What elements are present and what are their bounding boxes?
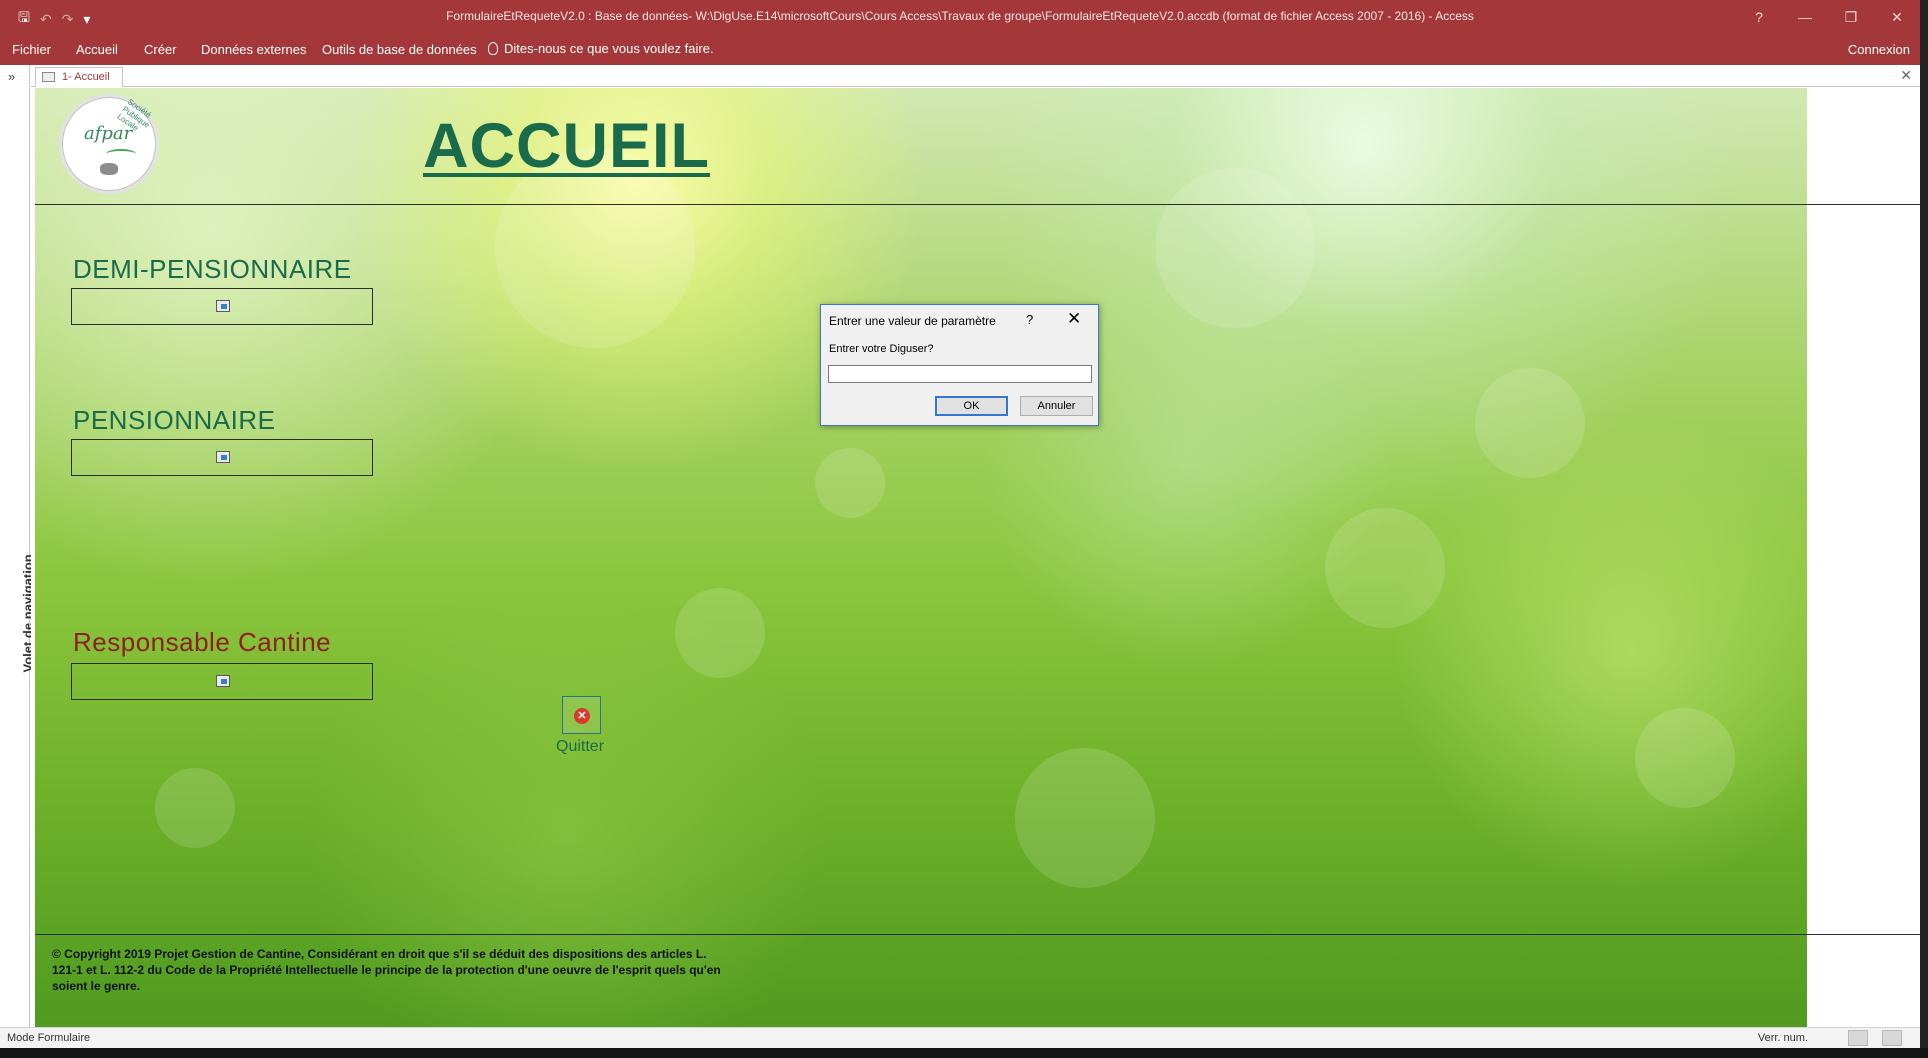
view-mode-text: Mode Formulaire — [7, 1032, 91, 1044]
section-title-pensionnaire: PENSIONNAIRE — [73, 405, 276, 435]
window-edge — [1920, 0, 1928, 1058]
leaf-icon — [106, 149, 136, 159]
bokeh-decoration — [675, 588, 765, 678]
ok-button[interactable]: OK — [935, 396, 1008, 416]
access-window: 🖫 ↶ ↷ ▾ FormulaireEtRequeteV2.0 : Base d… — [0, 0, 1920, 1048]
help-icon[interactable]: ? — [1026, 312, 1033, 327]
navigation-pane[interactable]: » Volet de navigation — [0, 65, 36, 1027]
window-controls: ? — ❐ ✕ — [1736, 0, 1920, 34]
window-title: FormulaireEtRequeteV2.0 : Base de donnée… — [446, 9, 1474, 23]
tab-outils-bdd[interactable]: Outils de base de données — [322, 42, 477, 57]
logo-text: afpar — [84, 123, 133, 144]
form-background — [35, 88, 1807, 1027]
tell-me-box[interactable]: Dites-nous ce que vous voulez faire. — [488, 41, 714, 56]
section-title-demi-pensionnaire: DEMI-PENSIONNAIRE — [73, 254, 352, 284]
taskbar — [0, 1048, 1928, 1058]
doc-tab-label: 1- Accueil — [62, 71, 110, 83]
close-circle-icon: ✕ — [574, 708, 590, 724]
bokeh-decoration — [1635, 708, 1735, 808]
bokeh-decoration — [1325, 508, 1445, 628]
open-demi-pensionnaire-button[interactable] — [71, 288, 373, 325]
parameter-input[interactable] — [828, 365, 1092, 383]
form-icon — [216, 451, 230, 463]
cancel-button[interactable]: Annuler — [1020, 396, 1093, 416]
dialog-title: Entrer une valeur de paramètre — [829, 314, 996, 328]
tab-accueil[interactable]: Accueil — [76, 42, 118, 57]
close-document-icon[interactable]: ✕ — [1900, 67, 1912, 84]
document-tab-strip: 1- Accueil ✕ — [31, 65, 1920, 87]
quit-button[interactable]: ✕ — [562, 696, 601, 734]
form-accueil: Société Publique Locale afpar ACCUEIL DE… — [31, 88, 1920, 1027]
numlock-indicator: Verr. num. — [1757, 1032, 1808, 1044]
tab-fichier[interactable]: Fichier — [12, 42, 51, 57]
bokeh-decoration — [815, 448, 885, 518]
close-icon[interactable]: ✕ — [1067, 309, 1081, 329]
layout-view-icon[interactable] — [1882, 1030, 1902, 1046]
status-bar: Mode Formulaire Verr. num. — [0, 1027, 1920, 1048]
ribbon-tabs: Fichier Accueil Créer Données externes O… — [0, 34, 1920, 65]
open-pensionnaire-button[interactable] — [71, 439, 373, 476]
bokeh-decoration — [1015, 748, 1155, 888]
afpar-logo: Société Publique Locale afpar — [59, 94, 159, 194]
lightbulb-icon — [488, 42, 498, 55]
doc-tab-accueil[interactable]: 1- Accueil — [35, 67, 123, 87]
title-bar: 🖫 ↶ ↷ ▾ FormulaireEtRequeteV2.0 : Base d… — [0, 0, 1920, 34]
section-title-responsable-cantine: Responsable Cantine — [73, 627, 332, 657]
header-divider — [35, 204, 1920, 205]
minimize-icon[interactable]: — — [1782, 0, 1828, 34]
bokeh-decoration — [1155, 168, 1315, 328]
footer-divider — [35, 934, 1920, 935]
bokeh-decoration — [1475, 368, 1585, 478]
tab-donnees-externes[interactable]: Données externes — [201, 42, 307, 57]
tab-creer[interactable]: Créer — [144, 42, 177, 57]
help-icon[interactable]: ? — [1736, 0, 1782, 34]
report-icon — [216, 675, 230, 687]
view-switcher — [1848, 1030, 1902, 1046]
expand-nav-icon[interactable]: » — [8, 69, 15, 84]
map-icon — [100, 163, 118, 175]
form-icon — [216, 300, 230, 312]
dialog-prompt: Entrer votre Diguser? — [829, 343, 934, 355]
close-window-icon[interactable]: ✕ — [1874, 0, 1920, 34]
quit-label[interactable]: Quitter — [556, 738, 604, 756]
sign-in-link[interactable]: Connexion — [1848, 42, 1910, 57]
form-icon — [42, 72, 55, 82]
bokeh-decoration — [155, 768, 235, 848]
open-responsable-cantine-button[interactable] — [71, 663, 373, 700]
page-title: ACCUEIL — [423, 111, 710, 181]
parameter-dialog: Entrer une valeur de paramètre ? ✕ Entre… — [820, 304, 1099, 426]
tell-me-text: Dites-nous ce que vous voulez faire. — [504, 41, 714, 56]
form-view-icon[interactable] — [1848, 1030, 1868, 1046]
restore-icon[interactable]: ❐ — [1828, 0, 1874, 34]
copyright-notice: © Copyright 2019 Projet Gestion de Canti… — [52, 947, 721, 993]
